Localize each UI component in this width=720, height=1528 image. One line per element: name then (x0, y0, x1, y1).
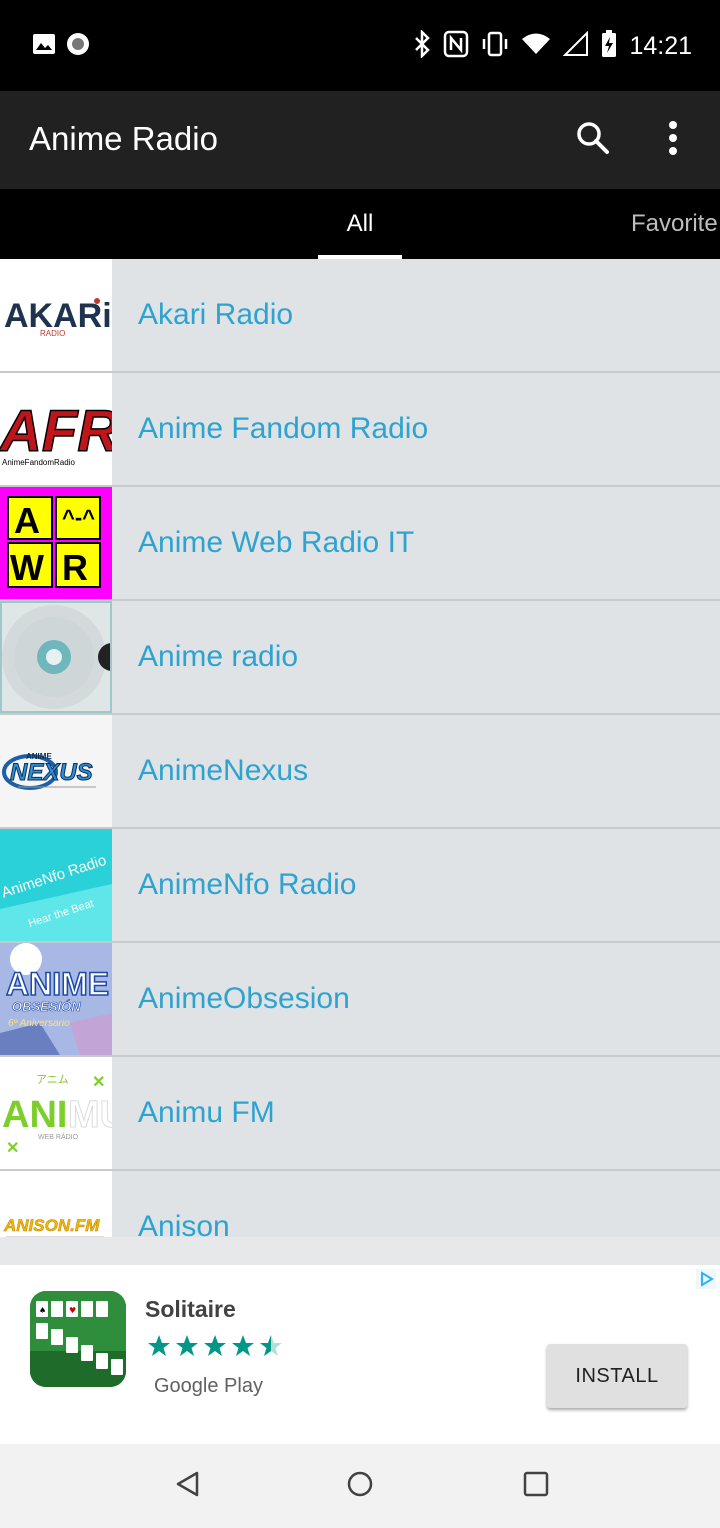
svg-text:W: W (10, 547, 44, 588)
station-logo: ANISON.FM (0, 1171, 112, 1237)
search-icon (576, 121, 610, 160)
station-logo: NEXUS ANIME (0, 715, 112, 827)
svg-text:WEB RÁDIO: WEB RÁDIO (38, 1132, 79, 1141)
svg-text:OBSESIÓN: OBSESIÓN (12, 999, 81, 1014)
station-name: Animu FM (138, 1096, 275, 1129)
app-title: Anime Radio (29, 120, 218, 157)
status-time: 14:21 (629, 32, 692, 60)
ad-banner[interactable]: ♠ ♥ Solitaire Google Play INSTALL (0, 1265, 720, 1444)
station-row[interactable]: AKARi RADIO Akari Radio (0, 259, 720, 373)
svg-text:アニム: アニム (36, 1073, 69, 1086)
svg-text:^-^: ^-^ (62, 505, 95, 530)
station-row[interactable]: NEXUS ANIME AnimeNexus (0, 715, 720, 829)
station-row[interactable]: ANIME OBSESIÓN 6º Aniversario AnimeObses… (0, 943, 720, 1057)
image-icon (32, 33, 56, 60)
ad-rating (147, 1334, 283, 1363)
station-name: AnimeNexus (138, 754, 309, 787)
svg-text:✕: ✕ (6, 1140, 19, 1157)
ad-title[interactable]: Solitaire (145, 1296, 236, 1323)
ad-separator (0, 1237, 720, 1265)
station-name: Anime Web Radio IT (138, 526, 415, 559)
svg-text:RADIO: RADIO (40, 329, 65, 338)
ad-app-icon[interactable]: ♠ ♥ (30, 1291, 126, 1387)
station-row[interactable]: ANISON.FM Anison (0, 1171, 720, 1237)
star-icon (175, 1334, 199, 1363)
station-row[interactable]: A ^-^ W R Anime Web Radio IT (0, 487, 720, 601)
station-list[interactable]: AKARi RADIO Akari Radio AFR AnimeFandomR… (0, 259, 720, 1237)
svg-text:ANI: ANI (2, 1094, 67, 1136)
status-bar: 14:21 (0, 0, 720, 91)
svg-text:✕: ✕ (92, 1074, 105, 1091)
tab-bar: All Favorite (0, 189, 720, 259)
svg-text:R: R (62, 547, 88, 588)
station-row[interactable]: ANI MU アニム ✕ ✕ WEB RÁDIO Animu FM (0, 1057, 720, 1171)
star-icon (203, 1334, 227, 1363)
home-button[interactable] (338, 1464, 382, 1508)
star-icon (231, 1334, 255, 1363)
svg-text:AnimeFandomRadio: AnimeFandomRadio (2, 458, 75, 467)
station-row[interactable]: AnimeNfo Radio Hear the Beat AnimeNfo Ra… (0, 829, 720, 943)
battery-charging-icon (601, 30, 617, 63)
svg-text:ANISON.FM: ANISON.FM (3, 1216, 100, 1235)
navigation-bar (0, 1444, 720, 1528)
wifi-icon (521, 32, 551, 61)
station-name: Akari Radio (138, 298, 294, 331)
station-logo (0, 601, 112, 713)
back-button[interactable] (166, 1464, 210, 1508)
svg-text:AFR: AFR (0, 399, 112, 464)
recents-button[interactable] (514, 1464, 558, 1508)
station-name: AnimeObsesion (138, 982, 350, 1015)
svg-text:MU: MU (68, 1094, 112, 1136)
ad-choices-icon[interactable] (696, 1269, 716, 1289)
ad-store-name: Google Play (154, 1375, 263, 1397)
home-icon (346, 1470, 374, 1503)
station-logo: AnimeNfo Radio Hear the Beat (0, 829, 112, 941)
svg-text:♥: ♥ (69, 1306, 76, 1315)
tab-all[interactable]: All (318, 189, 402, 259)
half-star-icon (259, 1334, 283, 1363)
station-logo: ANI MU アニム ✕ ✕ WEB RÁDIO (0, 1057, 112, 1169)
svg-text:ANIME: ANIME (26, 752, 52, 761)
tab-favorite[interactable]: Favorite (600, 189, 720, 259)
svg-text:♠: ♠ (39, 1306, 46, 1315)
station-name: Anime radio (138, 640, 299, 673)
station-row[interactable]: AFR AnimeFandomRadio Anime Fandom Radio (0, 373, 720, 487)
more-vert-icon (668, 120, 678, 160)
recents-icon (523, 1471, 549, 1502)
station-logo: AKARi RADIO (0, 259, 112, 371)
station-name: AnimeNfo Radio (138, 868, 357, 901)
station-row[interactable]: Anime radio (0, 601, 720, 715)
svg-text:ANIME: ANIME (6, 966, 109, 1002)
station-name: Anison (138, 1210, 230, 1237)
record-icon (66, 32, 90, 61)
station-logo: AFR AnimeFandomRadio (0, 373, 112, 485)
svg-text:A: A (14, 500, 40, 541)
search-button[interactable] (568, 115, 618, 165)
vibrate-icon (481, 30, 509, 63)
signal-icon (563, 30, 589, 62)
bluetooth-icon (413, 28, 431, 63)
station-logo: A ^-^ W R (0, 487, 112, 599)
svg-text:6º Aniversario: 6º Aniversario (8, 1018, 70, 1029)
more-options-button[interactable] (648, 115, 698, 165)
install-button[interactable]: INSTALL (547, 1344, 687, 1408)
star-icon (147, 1334, 171, 1363)
nfc-icon (443, 30, 469, 63)
app-bar: Anime Radio (0, 91, 720, 189)
station-logo: ANIME OBSESIÓN 6º Aniversario (0, 943, 112, 1055)
back-icon (175, 1470, 201, 1503)
station-name: Anime Fandom Radio (138, 412, 429, 445)
svg-text:NEXUS: NEXUS (10, 759, 93, 786)
